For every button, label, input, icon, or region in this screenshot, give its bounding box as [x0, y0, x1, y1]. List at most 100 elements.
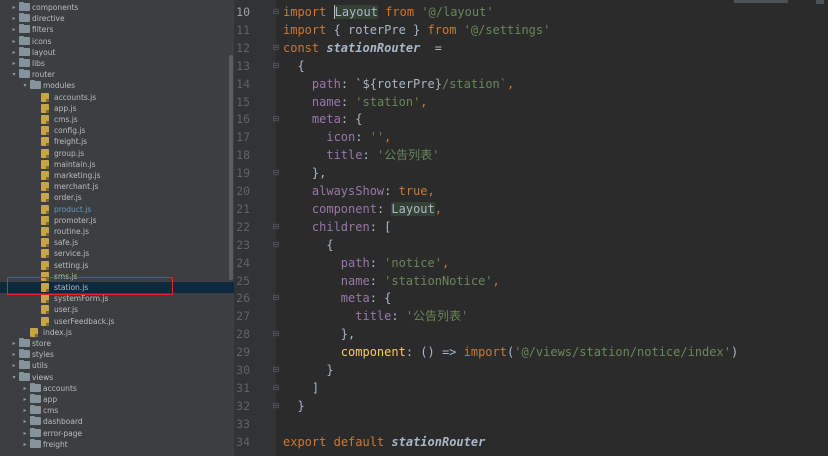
- tree-file[interactable]: promoter.js: [0, 215, 234, 226]
- chevron-right-icon[interactable]: ▸: [21, 405, 29, 416]
- fold-marker-icon[interactable]: ⊟: [270, 168, 282, 177]
- fold-marker-icon[interactable]: ⊟: [270, 240, 282, 249]
- tree-folder[interactable]: ▸ icons: [0, 35, 234, 47]
- tree-folder[interactable]: ▾ modules: [0, 80, 234, 91]
- tree-file[interactable]: setting.js: [0, 260, 234, 271]
- tree-folder[interactable]: ▾ router: [0, 69, 234, 80]
- tree-folder[interactable]: ▸ error-page: [0, 427, 234, 439]
- code-line[interactable]: alwaysShow: true,: [283, 182, 435, 200]
- tree-folder[interactable]: ▸ layout: [0, 46, 234, 58]
- fold-marker-icon[interactable]: ⊟: [270, 293, 282, 302]
- tree-file[interactable]: accounts.js: [0, 92, 234, 103]
- tree-file[interactable]: product.js: [0, 204, 234, 215]
- tree-folder[interactable]: ▸ store: [0, 338, 234, 349]
- code-line[interactable]: component: () => import('@/views/station…: [283, 343, 738, 361]
- code-line[interactable]: import { roterPre } from '@/settings': [283, 21, 550, 39]
- chevron-right-icon[interactable]: ▸: [10, 2, 18, 13]
- editor-scrollbar-thumb[interactable]: [816, 0, 824, 4]
- tree-file[interactable]: routine.js: [0, 226, 234, 237]
- fold-marker-icon[interactable]: ⊟: [270, 401, 282, 410]
- code-line[interactable]: title: '公告列表': [283, 307, 468, 325]
- tree-file[interactable]: safe.js: [0, 237, 234, 248]
- tree-file[interactable]: marketing.js: [0, 170, 234, 181]
- tree-folder[interactable]: ▸ directive: [0, 13, 234, 24]
- fold-marker-icon[interactable]: ⊟: [270, 383, 282, 392]
- chevron-down-icon[interactable]: ▾: [21, 80, 29, 91]
- fold-marker-icon[interactable]: ⊟: [270, 7, 282, 16]
- chevron-right-icon[interactable]: ▸: [10, 58, 18, 69]
- code-line[interactable]: }: [283, 361, 333, 379]
- code-line[interactable]: {: [283, 57, 304, 75]
- chevron-down-icon[interactable]: ▾: [10, 69, 18, 80]
- chevron-right-icon[interactable]: ▸: [10, 36, 18, 47]
- code-token: : `${roterPre}: [340, 76, 442, 91]
- tree-file[interactable]: freight.js: [0, 136, 234, 147]
- code-line[interactable]: },: [283, 325, 355, 343]
- code-line[interactable]: icon: '',: [283, 128, 391, 146]
- chevron-right-icon[interactable]: ▸: [21, 383, 29, 394]
- code-line[interactable]: ]: [283, 379, 319, 397]
- fold-marker-icon[interactable]: ⊟: [270, 222, 282, 231]
- chevron-right-icon[interactable]: ▸: [10, 13, 18, 24]
- tree-file[interactable]: userFeedback.js: [0, 316, 234, 327]
- js-file-icon: [41, 294, 49, 304]
- tree-folder[interactable]: ▸ cms: [0, 405, 234, 416]
- code-line[interactable]: {: [283, 236, 333, 254]
- folder-icon: [30, 427, 41, 437]
- chevron-right-icon[interactable]: ▸: [10, 24, 18, 35]
- code-line[interactable]: const stationRouter =: [283, 39, 442, 57]
- code-line[interactable]: name: 'station',: [283, 93, 428, 111]
- tree-folder[interactable]: ▸ libs: [0, 58, 234, 69]
- tree-folder[interactable]: ▸ app: [0, 394, 234, 405]
- chevron-right-icon[interactable]: ▸: [10, 47, 18, 58]
- tree-file[interactable]: order.js: [0, 192, 234, 203]
- tree-folder[interactable]: ▸ utils: [0, 360, 234, 371]
- code-line[interactable]: component: Layout,: [283, 200, 442, 218]
- chevron-right-icon[interactable]: ▸: [10, 349, 18, 360]
- chevron-right-icon[interactable]: ▸: [21, 394, 29, 405]
- tree-file[interactable]: cms.js: [0, 114, 234, 125]
- tree-file[interactable]: merchant.js: [0, 181, 234, 192]
- chevron-down-icon[interactable]: ▾: [10, 372, 18, 383]
- code-line[interactable]: export default stationRouter: [283, 433, 485, 451]
- folder-icon: [19, 371, 30, 381]
- code-line[interactable]: import Layout from '@/layout': [283, 3, 494, 21]
- tree-file[interactable]: service.js: [0, 248, 234, 259]
- tree-file[interactable]: maintain.js: [0, 159, 234, 170]
- tree-file[interactable]: group.js: [0, 148, 234, 159]
- tree-folder[interactable]: ▾ views: [0, 371, 234, 383]
- chevron-right-icon[interactable]: ▸: [10, 360, 18, 371]
- code-line[interactable]: name: 'stationNotice',: [283, 272, 500, 290]
- project-file-tree[interactable]: ▸ components ▸ directive ▸ filters ▸ icons ▸ layo…: [0, 0, 234, 456]
- folder-icon: [19, 349, 30, 359]
- code-line[interactable]: meta: {: [283, 110, 363, 128]
- fold-marker-icon[interactable]: ⊟: [270, 365, 282, 374]
- tree-file[interactable]: app.js: [0, 103, 234, 114]
- tree-folder[interactable]: ▸ filters: [0, 24, 234, 35]
- fold-marker-icon[interactable]: ⊟: [270, 329, 282, 338]
- line-number: 22: [236, 219, 250, 234]
- code-line[interactable]: title: '公告列表': [283, 146, 439, 164]
- fold-marker-icon[interactable]: ⊟: [270, 61, 282, 70]
- tree-file[interactable]: config.js: [0, 125, 234, 136]
- chevron-right-icon[interactable]: ▸: [21, 428, 29, 439]
- chevron-right-icon[interactable]: ▸: [21, 439, 29, 450]
- code-line[interactable]: },: [283, 164, 326, 182]
- code-line[interactable]: meta: {: [283, 289, 392, 307]
- chevron-right-icon[interactable]: ▸: [10, 338, 18, 349]
- tree-folder[interactable]: ▸ styles: [0, 349, 234, 360]
- chevron-right-icon[interactable]: ▸: [21, 416, 29, 427]
- tree-folder[interactable]: ▸ components: [0, 2, 234, 13]
- code-editor[interactable]: import Layout from '@/layout' import { ro…: [276, 0, 828, 456]
- fold-marker-icon[interactable]: ⊟: [270, 43, 282, 52]
- code-line[interactable]: path: 'notice',: [283, 254, 449, 272]
- tree-folder[interactable]: ▸ dashboard: [0, 416, 234, 427]
- code-line[interactable]: path: `${roterPre}/station`,: [283, 75, 514, 93]
- tree-file[interactable]: index.js: [0, 327, 234, 338]
- code-line[interactable]: }: [283, 397, 304, 415]
- tree-folder[interactable]: ▸ freight: [0, 438, 234, 450]
- tree-folder[interactable]: ▸ accounts: [0, 382, 234, 394]
- code-line[interactable]: children: [: [283, 218, 391, 236]
- tree-file[interactable]: user.js: [0, 304, 234, 315]
- fold-marker-icon[interactable]: ⊟: [270, 114, 282, 123]
